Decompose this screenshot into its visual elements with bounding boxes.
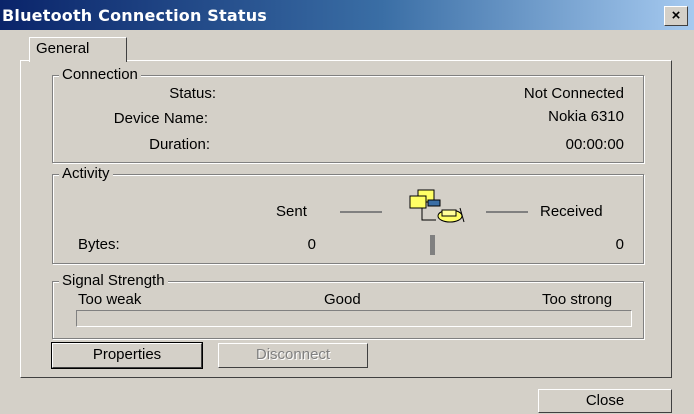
tab-general[interactable]: General: [29, 37, 127, 62]
close-button[interactable]: Close: [538, 389, 672, 413]
status-label: Status:: [169, 85, 216, 102]
sent-label: Sent: [276, 203, 307, 220]
signal-strength-legend: Signal Strength: [59, 272, 168, 290]
sent-line: [340, 211, 382, 213]
duration-value: 00:00:00: [565, 136, 624, 153]
network-computers-icon: [404, 188, 468, 232]
bytes-received-value: 0: [615, 236, 624, 253]
duration-label: Duration:: [149, 136, 210, 153]
received-label: Received: [540, 203, 603, 220]
received-line: [486, 211, 528, 213]
good-label: Good: [324, 291, 361, 308]
status-value: Not Connected: [523, 85, 624, 102]
bluetooth-status-dialog: Bluetooth Connection Status × General Co…: [0, 0, 694, 414]
signal-strength-meter: [76, 310, 632, 327]
window-title: Bluetooth Connection Status: [2, 6, 268, 25]
too-strong-label: Too strong: [542, 291, 613, 308]
properties-button[interactable]: Properties: [51, 342, 203, 369]
device-name-label: Device Name:: [113, 110, 208, 127]
title-bar[interactable]: Bluetooth Connection Status ×: [0, 0, 694, 30]
activity-legend: Activity: [59, 165, 113, 183]
close-icon[interactable]: ×: [664, 6, 688, 26]
bytes-label: Bytes:: [78, 236, 120, 253]
connection-legend: Connection: [59, 66, 141, 84]
disconnect-button[interactable]: Disconnect: [218, 343, 368, 368]
too-weak-label: Too weak: [78, 291, 142, 308]
device-name-value: Nokia 6310: [548, 108, 624, 125]
activity-divider: [430, 235, 435, 255]
bytes-sent-value: 0: [307, 236, 316, 253]
